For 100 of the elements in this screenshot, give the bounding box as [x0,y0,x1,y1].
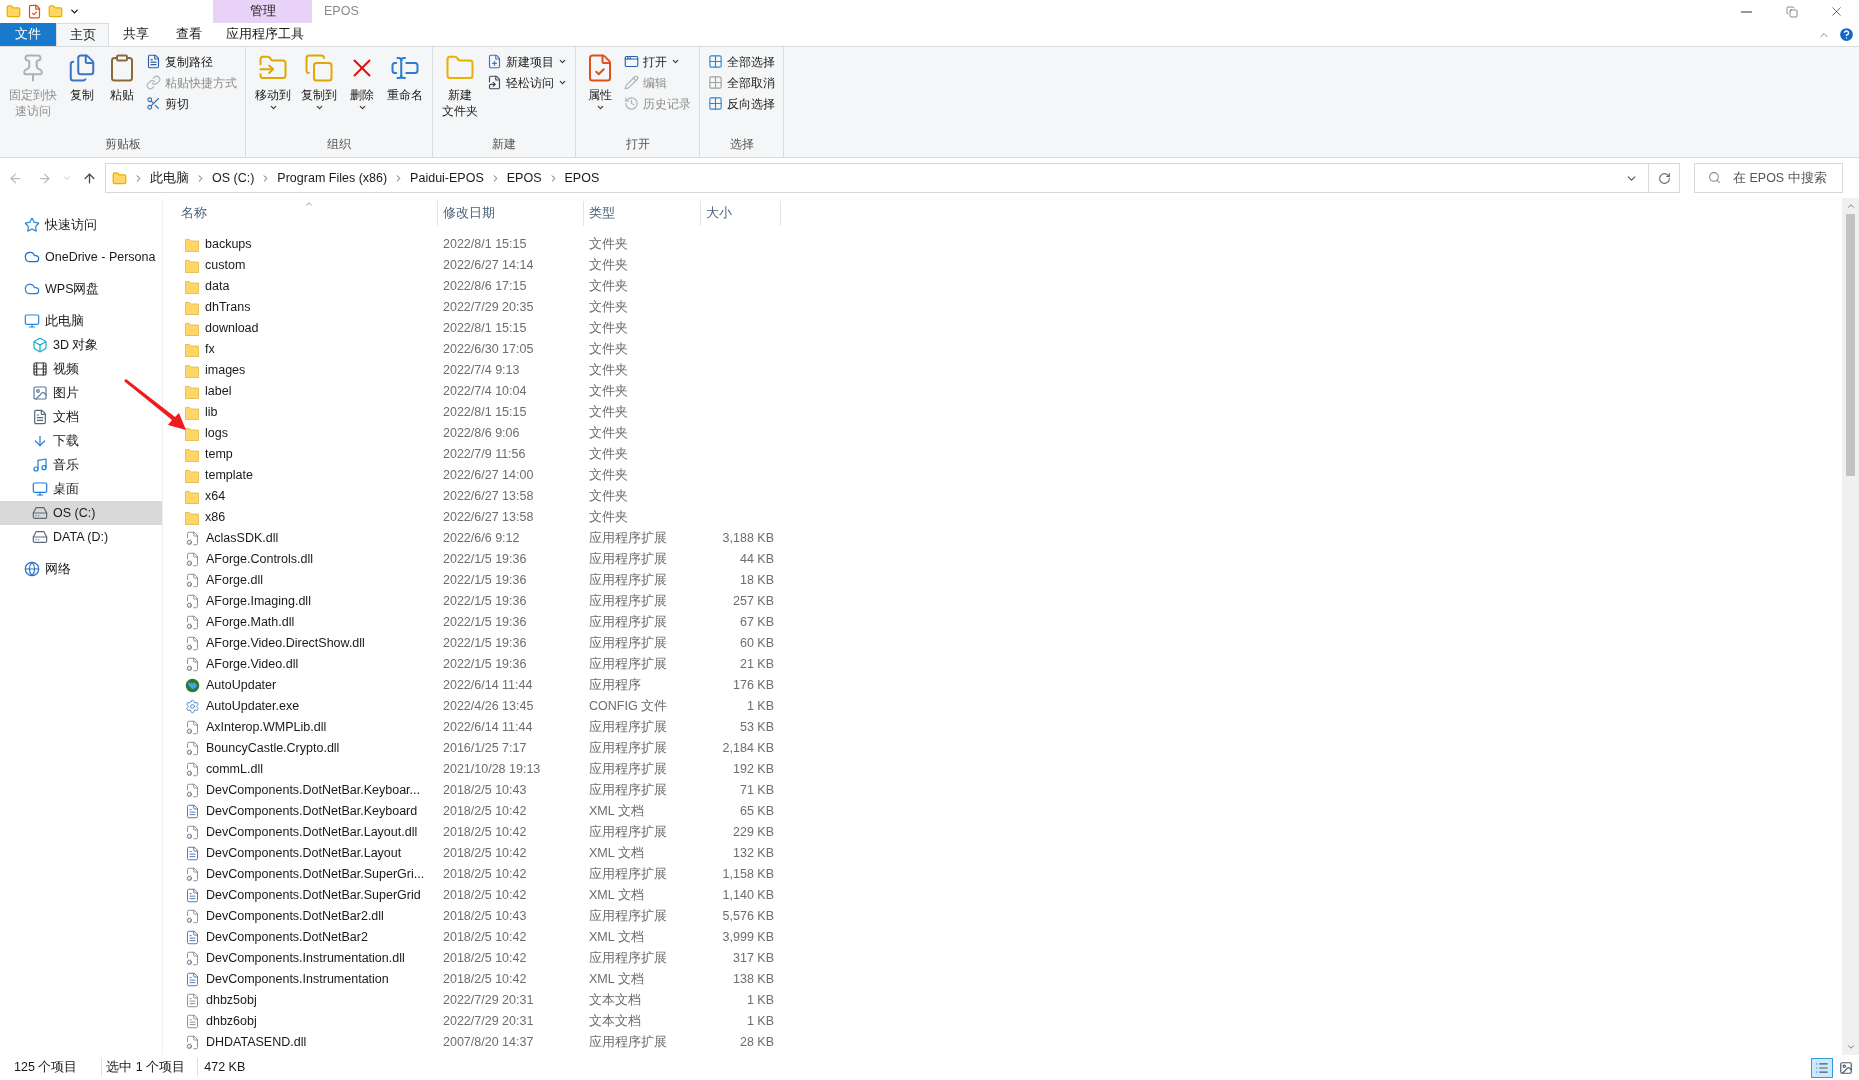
file-row[interactable]: dhTrans 2022/7/29 20:35 文件夹 [181,297,1842,318]
nav-item[interactable]: 音乐 [0,453,162,477]
address-bar[interactable]: 此电脑 OS (C:) Program Files (x86) Paidui-EPOS EPOS EPOS [105,163,1680,193]
breadcrumb[interactable]: Paidui-EPOS [410,168,484,188]
file-row[interactable]: AForge.Imaging.dll 2022/1/5 19:36 应用程序扩展 257 KB [181,591,1842,612]
breadcrumb[interactable]: Program Files (x86) [277,168,388,188]
file-row[interactable]: temp 2022/7/9 11:56 文件夹 [181,444,1842,465]
nav-item[interactable]: DATA (D:) [0,525,162,549]
column-header[interactable]: 名称 [181,201,438,226]
breadcrumb[interactable]: OS (C:) [212,168,255,188]
ribbon-button[interactable]: 反向选择 [706,93,777,114]
nav-item[interactable]: 下载 [0,429,162,453]
ribbon-button[interactable]: 打开 [622,51,693,72]
ribbon-button[interactable]: 复制到 [296,49,342,131]
ribbon-tab[interactable]: 主页 [56,23,109,46]
file-row[interactable]: AForge.Video.DirectShow.dll 2022/1/5 19:36 应用程序扩展 60 KB [181,633,1842,654]
file-row[interactable]: dhbz6obj 2022/7/29 20:31 文本文档 1 KB [181,1011,1842,1032]
column-header[interactable]: 大小 [701,201,781,226]
nav-item[interactable]: WPS网盘 [0,277,162,301]
help-icon[interactable] [1838,26,1855,43]
file-row[interactable]: DHDATASEND.dll 2007/8/20 14:37 应用程序扩展 28 KB [181,1032,1842,1053]
file-row[interactable]: logs 2022/8/6 9:06 文件夹 [181,423,1842,444]
file-row[interactable]: DevComponents.DotNetBar2.dll 2018/2/5 10:43 应用程序扩展 5,576 KB [181,906,1842,927]
scroll-up-icon[interactable] [1845,201,1856,211]
column-header[interactable]: 修改日期 [438,201,584,226]
nav-item[interactable]: 图片 [0,381,162,405]
file-row[interactable]: AxInterop.WMPLib.dll 2022/6/14 11:44 应用程序扩展 53 KB [181,717,1842,738]
file-row[interactable]: download 2022/8/1 15:15 文件夹 [181,318,1842,339]
breadcrumb[interactable]: 此电脑 [150,168,189,188]
ribbon-button[interactable]: 剪切 [144,93,239,114]
ribbon-button[interactable]: 重命名 [382,49,428,131]
ribbon-tab[interactable]: 共享 [109,23,162,46]
ribbon-button[interactable]: 轻松访问 [485,72,569,93]
file-row[interactable]: DevComponents.Instrumentation.dll 2018/2/5 10:42 应用程序扩展 317 KB [181,948,1842,969]
recent-locations-icon[interactable] [62,173,72,183]
file-row[interactable]: custom 2022/6/27 14:14 文件夹 [181,255,1842,276]
file-row[interactable]: lib 2022/8/1 15:15 文件夹 [181,402,1842,423]
scroll-down-icon[interactable] [1845,1042,1856,1052]
ribbon-tab[interactable]: 查看 [162,23,215,46]
file-row[interactable]: x86 2022/6/27 13:58 文件夹 [181,507,1842,528]
file-row[interactable]: AutoUpdater 2022/6/14 11:44 应用程序 176 KB [181,675,1842,696]
file-row[interactable]: DevComponents.DotNetBar.Layout 2018/2/5 10:42 XML 文档 132 KB [181,843,1842,864]
file-row[interactable]: DevComponents.DotNetBar.SuperGri... 2018/2/5 10:42 应用程序扩展 1,158 KB [181,864,1842,885]
file-row[interactable]: DevComponents.DotNetBar.SuperGrid 2018/2/5 10:42 XML 文档 1,140 KB [181,885,1842,906]
nav-item[interactable]: 桌面 [0,477,162,501]
scrollbar-thumb[interactable] [1846,214,1855,476]
ribbon-button[interactable]: 属性 [580,49,620,131]
file-row[interactable]: AForge.dll 2022/1/5 19:36 应用程序扩展 18 KB [181,570,1842,591]
file-row[interactable]: DevComponents.Instrumentation 2018/2/5 10:42 XML 文档 138 KB [181,969,1842,990]
caret-icon[interactable] [69,6,80,17]
ribbon-button[interactable]: 新建项目 [485,51,569,72]
file-row[interactable]: AForge.Controls.dll 2022/1/5 19:36 应用程序扩展 44 KB [181,549,1842,570]
file-row[interactable]: DevComponents.DotNetBar2 2018/2/5 10:42 XML 文档 3,999 KB [181,927,1842,948]
details-view-button[interactable] [1811,1057,1833,1078]
column-header[interactable]: 类型 [584,201,701,226]
ribbon-button[interactable]: 复制路径 [144,51,239,72]
nav-item[interactable]: 快速访问 [0,213,162,237]
ribbon-tab[interactable]: 文件 [0,23,56,46]
nav-item[interactable]: 文档 [0,405,162,429]
file-row[interactable]: label 2022/7/4 10:04 文件夹 [181,381,1842,402]
file-row[interactable]: data 2022/8/6 17:15 文件夹 [181,276,1842,297]
file-row[interactable]: AutoUpdater.exe 2022/4/26 13:45 CONFIG 文件 1 KB [181,696,1842,717]
file-row[interactable]: commL.dll 2021/10/28 19:13 应用程序扩展 192 KB [181,759,1842,780]
file-row[interactable]: AForge.Video.dll 2022/1/5 19:36 应用程序扩展 21 KB [181,654,1842,675]
nav-item[interactable]: 网络 [0,557,162,581]
scrollbar[interactable] [1842,198,1859,1055]
search-field[interactable]: 在 EPOS 中搜索 [1694,163,1843,193]
ribbon-button[interactable]: 删除 [342,49,382,131]
ribbon-button[interactable]: 全部取消 [706,72,777,93]
file-row[interactable]: BouncyCastle.Crypto.dll 2016/1/25 7:17 应用程序扩展 2,184 KB [181,738,1842,759]
nav-item[interactable]: 此电脑 [0,309,162,333]
file-row[interactable]: template 2022/6/27 14:00 文件夹 [181,465,1842,486]
back-icon[interactable] [8,170,23,186]
nav-item[interactable]: OneDrive - Persona [0,245,162,269]
nav-item[interactable]: 3D 对象 [0,333,162,357]
forward-icon[interactable] [37,170,52,186]
ribbon-button[interactable]: 移动到 [250,49,296,131]
file-row[interactable]: DevComponents.DotNetBar.Layout.dll 2018/2/5 10:42 应用程序扩展 229 KB [181,822,1842,843]
file-row[interactable]: dhbz5obj 2022/7/29 20:31 文本文档 1 KB [181,990,1842,1011]
breadcrumb[interactable]: EPOS [506,168,542,188]
ribbon-button[interactable]: 全部选择 [706,51,777,72]
up-icon[interactable] [82,170,97,186]
ribbon-button[interactable]: 复制 [62,49,102,131]
breadcrumb[interactable]: EPOS [564,168,600,188]
ribbon-button[interactable]: 新建 文件夹 [437,49,483,131]
nav-item[interactable]: OS (C:) [0,501,162,525]
file-row[interactable]: backups 2022/8/1 15:15 文件夹 [181,234,1842,255]
ribbon-tab[interactable]: 应用程序工具 [215,23,314,46]
ribbon-button[interactable]: 粘贴 [102,49,142,131]
file-row[interactable]: DevComponents.DotNetBar.Keyboar... 2018/2/5 10:43 应用程序扩展 71 KB [181,780,1842,801]
file-row[interactable]: x64 2022/6/27 13:58 文件夹 [181,486,1842,507]
file-row[interactable]: DevComponents.DotNetBar.Keyboard 2018/2/5 10:42 XML 文档 65 KB [181,801,1842,822]
file-row[interactable]: AForge.Math.dll 2022/1/5 19:36 应用程序扩展 67 KB [181,612,1842,633]
file-row[interactable]: AclasSDK.dll 2022/6/6 9:12 应用程序扩展 3,188 KB [181,528,1842,549]
refresh-icon[interactable] [1657,171,1671,185]
folder-icon[interactable] [6,4,21,19]
nav-item[interactable]: 视频 [0,357,162,381]
folder-icon[interactable] [48,4,63,19]
file-row[interactable]: fx 2022/6/30 17:05 文件夹 [181,339,1842,360]
file-row[interactable]: images 2022/7/4 9:13 文件夹 [181,360,1842,381]
